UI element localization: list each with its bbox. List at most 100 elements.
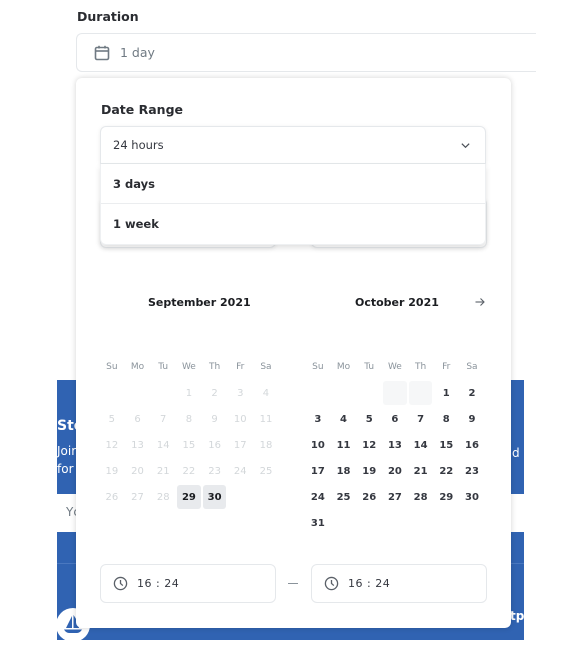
calendar-blank-cell (332, 381, 356, 405)
calendar-day[interactable]: 31 (306, 511, 330, 535)
end-time-value: 16 : 24 (348, 577, 391, 590)
weekday-header: Mo (336, 362, 351, 372)
calendar-day[interactable]: 6 (383, 407, 407, 431)
calendar-blank-cell (100, 381, 124, 405)
calendar-icon (94, 45, 110, 60)
grid-spacer (125, 376, 151, 380)
calendar-day: 19 (105, 465, 119, 477)
option-3-days[interactable]: 3 days (101, 164, 485, 204)
calendar-day[interactable]: 14 (409, 433, 433, 457)
weekday-header: We (181, 362, 196, 372)
calendar-day[interactable]: 1 (434, 381, 458, 405)
footer-text-fragment: tp (510, 609, 525, 623)
calendar-day[interactable]: 30 (460, 485, 484, 509)
calendar-day[interactable]: 22 (434, 459, 458, 483)
calendar-day[interactable]: 8 (434, 407, 458, 431)
calendar-grid-september: Su Mo Tu We Th Fr Sa 1 2 3 4 5 6 7 8 9 10 11 12 13 14 15 16 17 1… (99, 358, 279, 510)
calendar-day[interactable]: 12 (357, 433, 381, 457)
calendar-day[interactable]: 28 (409, 485, 433, 509)
grid-spacer (331, 376, 357, 380)
grid-spacer (202, 376, 228, 380)
calendar-day[interactable]: 23 (460, 459, 484, 483)
start-time-value: 16 : 24 (137, 577, 180, 590)
calendar-day: 20 (131, 465, 144, 477)
time-range-separator (288, 583, 298, 584)
calendar-day[interactable]: 18 (332, 459, 356, 483)
grid-spacer (356, 376, 382, 380)
calendar-day[interactable]: 3 (306, 407, 330, 431)
calendar-day: 14 (156, 439, 170, 451)
duration-label: Duration (77, 9, 139, 24)
date-range-options: 3 days 1 week (100, 164, 486, 245)
calendar-day[interactable]: 17 (306, 459, 330, 483)
calendar-day[interactable]: 19 (357, 459, 381, 483)
calendar-day[interactable]: 27 (383, 485, 407, 509)
weekday-header: Tu (158, 362, 169, 372)
date-range-selected: 24 hours (113, 138, 164, 152)
calendar-day[interactable]: 26 (357, 485, 381, 509)
weekday-header: Su (312, 362, 324, 372)
calendar-day[interactable]: 20 (383, 459, 407, 483)
calendar-day[interactable]: 24 (306, 485, 330, 509)
calendar-day: 13 (131, 439, 144, 451)
calendar-day: 6 (134, 413, 141, 425)
promo-text-fragment-2: for (57, 462, 74, 476)
calendar-day: 16 (208, 439, 221, 451)
promo-text-fragment: Joir (57, 444, 77, 458)
weekday-header: Tu (364, 362, 375, 372)
weekday-header: Sa (466, 362, 478, 372)
calendar-day[interactable]: 29 (434, 485, 458, 509)
calendar-grid-october: Su Mo Tu We Th Fr Sa 1 2 3 4 5 6 7 8 9 10 11 12 13 14 15 16 17 1… (305, 358, 485, 536)
date-range-popover: Date Range 24 hours 3 days 1 week Septem… (76, 78, 511, 628)
calendar-day[interactable]: 10 (306, 433, 330, 457)
weekday-header: Su (106, 362, 118, 372)
calendar-day: 4 (262, 387, 270, 399)
grid-spacer (433, 376, 459, 380)
option-1-week[interactable]: 1 week (101, 204, 485, 244)
calendar-day: 17 (233, 439, 247, 451)
grid-spacer (150, 376, 176, 380)
calendar-day[interactable]: 29 (177, 485, 201, 509)
duration-field[interactable]: 1 day (76, 33, 536, 72)
calendar-day: 12 (105, 439, 119, 451)
end-time-input[interactable]: 16 : 24 (311, 564, 487, 603)
calendar-day[interactable]: 9 (460, 407, 484, 431)
calendar-day: 11 (259, 413, 273, 425)
calendar-blank-cell (357, 381, 381, 405)
calendar-day[interactable]: 4 (332, 407, 356, 431)
grid-spacer (99, 376, 125, 380)
calendar-day[interactable]: 11 (332, 433, 356, 457)
calendar-day[interactable]: 30 (202, 485, 227, 509)
grid-spacer (408, 376, 434, 380)
calendar-day: 28 (156, 491, 170, 503)
weekday-header: Th (208, 362, 221, 372)
calendar-day[interactable]: 5 (357, 407, 381, 431)
calendar-blank-cell (151, 381, 175, 405)
calendar-blank-cell (408, 381, 433, 405)
calendar-day: 26 (105, 491, 119, 503)
calendar-day[interactable]: 21 (409, 459, 433, 483)
date-range-select[interactable]: 24 hours (100, 126, 486, 164)
calendar-day: 3 (237, 387, 244, 399)
grid-spacer (305, 376, 331, 380)
calendar-day[interactable]: 16 (460, 433, 484, 457)
calendar-day[interactable]: 13 (383, 433, 407, 457)
calendar-day: 18 (259, 439, 273, 451)
calendar-day: 9 (211, 413, 218, 425)
weekday-header: Th (414, 362, 427, 372)
calendar-day[interactable]: 25 (332, 485, 356, 509)
arrow-right-icon[interactable] (474, 296, 486, 308)
date-range-label: Date Range (101, 102, 184, 117)
calendar-day: 24 (233, 465, 247, 477)
calendar-day[interactable]: 7 (409, 407, 433, 431)
calendar-day: 27 (131, 491, 144, 503)
calendar-day: 10 (233, 413, 247, 425)
weekday-header: Fr (442, 362, 451, 372)
weekday-header: We (387, 362, 402, 372)
start-time-input[interactable]: 16 : 24 (100, 564, 276, 603)
calendar-day: 25 (259, 465, 273, 477)
calendar-day[interactable]: 15 (434, 433, 458, 457)
calendar-blank-cell (383, 381, 407, 405)
calendar-day[interactable]: 2 (460, 381, 484, 405)
calendar-day: 7 (160, 413, 167, 425)
